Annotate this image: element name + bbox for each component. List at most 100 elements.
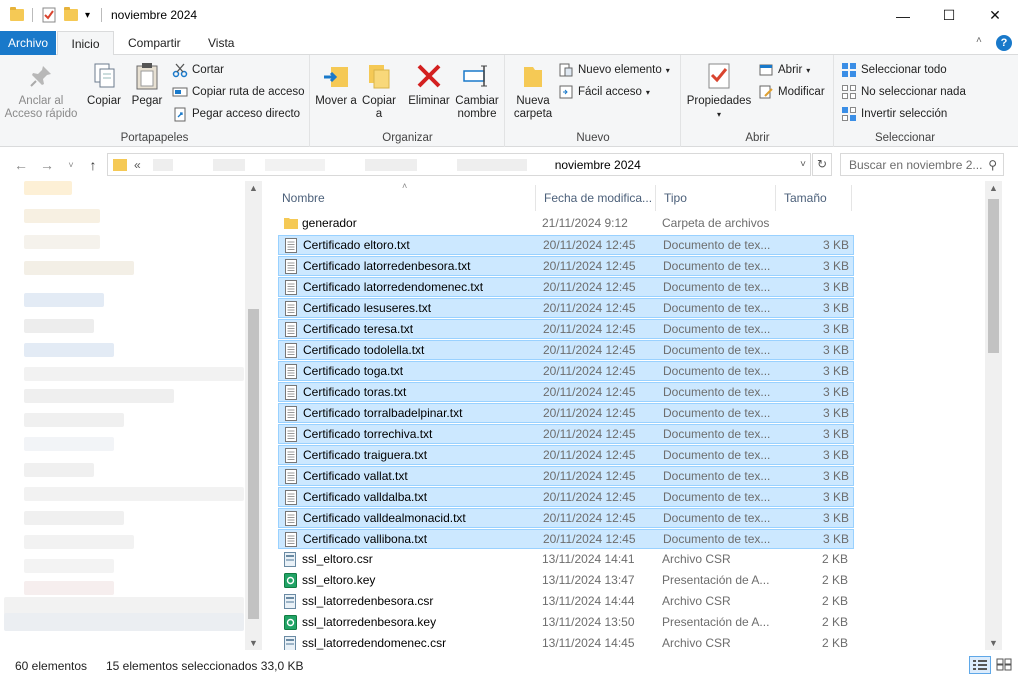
file-row[interactable]: Certificado vallat.txt 20/11/2024 12:45 Do…	[278, 466, 854, 486]
new-folder-button[interactable]: Nueva carpeta	[510, 61, 556, 121]
large-icons-view-icon[interactable]	[994, 656, 1014, 674]
file-row[interactable]: ssl_latorredenbesora.csr 13/11/2024 14:44…	[278, 592, 854, 612]
new-folder-icon	[518, 61, 548, 91]
file-list-scrollbar-thumb[interactable]	[988, 199, 999, 353]
customize-quick-access-icon[interactable]: ▾	[85, 6, 90, 24]
properties-button[interactable]: Propiedades ▾	[686, 61, 752, 121]
tab-inicio[interactable]: Inicio	[57, 31, 114, 56]
breadcrumb-blurred	[364, 158, 417, 171]
column-header-name[interactable]: Nombre	[274, 185, 536, 211]
file-date: 20/11/2024 12:45	[543, 322, 636, 336]
address-dropdown-icon[interactable]: ˅	[800, 159, 806, 170]
refresh-icon[interactable]: ↻	[812, 153, 832, 176]
recent-locations-icon[interactable]: ˅	[62, 156, 80, 174]
forward-icon[interactable]: →	[38, 156, 56, 174]
file-size: 3 KB	[822, 385, 849, 399]
invert-selection-button[interactable]: Invertir selección	[841, 104, 947, 124]
scroll-down-icon[interactable]: ▼	[249, 638, 258, 648]
close-button[interactable]: ✕	[972, 0, 1018, 31]
new-item-button[interactable]: Nuevo elemento ▾	[558, 60, 670, 80]
tab-compartir[interactable]: Compartir	[116, 31, 193, 55]
file-row[interactable]: Certificado latorredenbesora.txt 20/11/20…	[278, 256, 854, 276]
tab-vista[interactable]: Vista	[196, 31, 246, 55]
navigation-pane[interactable]: ▲ ▼	[0, 181, 262, 650]
file-row[interactable]: Certificado latorredendomenec.txt 20/11/2…	[278, 277, 854, 297]
breadcrumb-current[interactable]: noviembre 2024	[555, 158, 641, 172]
file-row[interactable]: ssl_eltoro.csr 13/11/2024 14:41 Archivo CS…	[278, 550, 854, 570]
file-size: 3 KB	[822, 238, 849, 252]
file-date: 20/11/2024 12:45	[543, 343, 636, 357]
select-none-button[interactable]: No seleccionar nada	[841, 82, 966, 102]
file-name: ssl_latorredenbesora.key	[302, 615, 437, 629]
scroll-down-icon[interactable]: ▼	[989, 638, 998, 648]
column-header-date[interactable]: Fecha de modifica...	[536, 185, 656, 211]
paste-button[interactable]: Pegar	[128, 61, 166, 108]
file-row[interactable]: ssl_latorredenbesora.key 13/11/2024 13:50…	[278, 613, 854, 633]
open-button[interactable]: Abrir ▾	[758, 60, 810, 80]
tab-archivo[interactable]: Archivo	[0, 31, 56, 55]
file-name: Certificado toga.txt	[303, 364, 404, 378]
file-row[interactable]: Certificado teresa.txt 20/11/2024 12:45 Do…	[278, 319, 854, 339]
file-row[interactable]: Certificado torrechiva.txt 20/11/2024 12:…	[278, 424, 854, 444]
file-row[interactable]: Certificado valldealmonacid.txt 20/11/202…	[278, 508, 854, 528]
file-row[interactable]: Certificado eltoro.txt 20/11/2024 12:45 Do…	[278, 235, 854, 255]
easy-access-button[interactable]: Fácil acceso ▾	[558, 82, 650, 102]
file-list-scrollbar[interactable]: ▲ ▼	[985, 181, 1002, 650]
copy-button[interactable]: Copiar	[84, 61, 124, 108]
new-folder-quick-icon[interactable]	[64, 6, 78, 24]
file-row[interactable]: Certificado torralbadelpinar.txt 20/11/20…	[278, 403, 854, 423]
select-all-button[interactable]: Seleccionar todo	[841, 60, 947, 80]
collapse-ribbon-icon[interactable]: ˄	[976, 35, 982, 46]
file-size: 3 KB	[822, 427, 849, 441]
scroll-up-icon[interactable]: ▲	[249, 183, 258, 193]
column-header-size[interactable]: Tamaño	[776, 185, 852, 211]
file-name: Certificado teresa.txt	[303, 322, 414, 336]
file-type: Documento de tex...	[663, 322, 771, 336]
column-header-type[interactable]: Tipo	[656, 185, 776, 211]
nav-scrollbar[interactable]: ▲ ▼	[245, 181, 262, 650]
minimize-button[interactable]: —	[880, 0, 926, 31]
cut-button[interactable]: Cortar	[172, 60, 224, 80]
details-view-icon[interactable]	[969, 656, 991, 674]
file-type: Documento de tex...	[663, 532, 771, 546]
file-row[interactable]: ssl_eltoro.key 13/11/2024 13:47 Presentaci…	[278, 571, 854, 591]
pin-quick-access-button[interactable]: Anclar al Acceso rápido	[4, 61, 78, 121]
folder-icon	[113, 158, 127, 171]
copy-path-button[interactable]: Copiar ruta de acceso	[172, 82, 305, 102]
file-name: Certificado lesuseres.txt	[303, 301, 432, 315]
nav-scrollbar-thumb[interactable]	[248, 309, 259, 619]
scroll-up-icon[interactable]: ▲	[989, 183, 998, 193]
file-name: Certificado eltoro.txt	[303, 238, 410, 252]
file-row[interactable]: Certificado valldalba.txt 20/11/2024 12:4…	[278, 487, 854, 507]
file-date: 20/11/2024 12:45	[543, 259, 636, 273]
help-icon[interactable]: ?	[996, 35, 1012, 51]
file-size: 3 KB	[822, 322, 849, 336]
file-row[interactable]: Certificado toras.txt 20/11/2024 12:45 Doc…	[278, 382, 854, 402]
paste-shortcut-button[interactable]: Pegar acceso directo	[172, 104, 300, 124]
properties-quick-icon[interactable]	[42, 6, 56, 24]
rename-button[interactable]: Cambiar nombre	[453, 61, 501, 121]
up-icon[interactable]: ↑	[84, 156, 102, 174]
file-row[interactable]: Certificado lesuseres.txt 20/11/2024 12:4…	[278, 298, 854, 318]
file-type: Documento de tex...	[663, 385, 771, 399]
txt-file-icon	[285, 238, 298, 254]
file-row[interactable]: Certificado toga.txt 20/11/2024 12:45 Docu…	[278, 361, 854, 381]
file-name: Certificado latorredenbesora.txt	[303, 259, 471, 273]
back-icon[interactable]: ←	[12, 156, 30, 174]
move-to-button[interactable]: Mover a	[315, 61, 357, 108]
path-icon	[172, 84, 188, 100]
address-bar[interactable]: « noviembre 2024 ˅	[107, 153, 811, 176]
file-name: Certificado torrechiva.txt	[303, 427, 433, 441]
breadcrumb-overflow[interactable]: «	[134, 158, 141, 172]
file-row[interactable]: Certificado traiguera.txt 20/11/2024 12:4…	[278, 445, 854, 465]
file-row[interactable]: Certificado vallibona.txt 20/11/2024 12:4…	[278, 529, 854, 549]
folder-row[interactable]: generador 21/11/2024 9:12 Carpeta de archi…	[278, 214, 854, 234]
copy-to-button[interactable]: Copiar a	[359, 61, 399, 121]
maximize-button[interactable]: ☐	[926, 0, 972, 31]
edit-button[interactable]: Modificar	[758, 82, 825, 102]
file-list[interactable]: ˄ Nombre Fecha de modifica... Tipo Tamañ…	[262, 181, 1002, 651]
file-row[interactable]: Certificado todolella.txt 20/11/2024 12:4…	[278, 340, 854, 360]
file-type: Documento de tex...	[663, 427, 771, 441]
search-input[interactable]: Buscar en noviembre 2... ⚲	[840, 153, 1004, 176]
delete-button[interactable]: Eliminar	[407, 61, 451, 108]
